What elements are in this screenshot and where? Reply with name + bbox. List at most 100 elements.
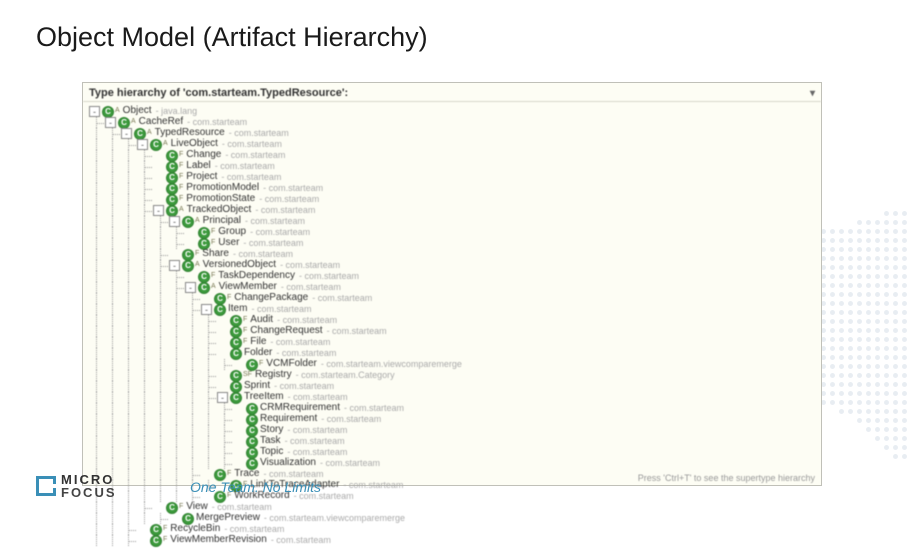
class-icon: C	[198, 271, 210, 283]
class-icon: C	[182, 216, 194, 228]
class-icon: C	[246, 425, 258, 437]
tree-node[interactable]: CTask - com.starteam	[89, 436, 815, 447]
tree-node[interactable]: CSFRegistry - com.starteam.Category	[89, 370, 815, 381]
tree-node[interactable]: CFGroup - com.starteam	[89, 227, 815, 238]
tree-node[interactable]: -CATrackedObject - com.starteam	[89, 205, 815, 216]
collapse-icon[interactable]: -	[137, 139, 148, 150]
tree-node[interactable]: CFVCMFolder - com.starteam.viewcompareme…	[89, 359, 815, 370]
tagline: One Team. No Limits	[190, 479, 321, 495]
class-icon: C	[166, 161, 178, 173]
class-icon: C	[198, 227, 210, 239]
modifier-badge: A	[179, 206, 184, 215]
logo-text-2: FOCUS	[61, 486, 117, 499]
collapse-icon[interactable]: -	[105, 117, 116, 128]
tree-node[interactable]: -CAVersionedObject - com.starteam	[89, 260, 815, 271]
tree-node[interactable]: CFViewMemberRevision - com.starteam	[89, 535, 815, 546]
tree-node[interactable]: CSprint - com.starteam	[89, 381, 815, 392]
package-name: - com.starteam	[245, 216, 305, 227]
collapse-icon[interactable]: -	[121, 128, 132, 139]
class-name: Item	[228, 303, 247, 316]
tree-node[interactable]: -CItem - com.starteam	[89, 304, 815, 315]
class-icon: C	[150, 524, 162, 536]
collapse-icon[interactable]: -	[201, 304, 212, 315]
tree-node[interactable]: CCRMRequirement - com.starteam	[89, 403, 815, 414]
tree-node[interactable]: -CTreeItem - com.starteam	[89, 392, 815, 403]
package-name: - com.starteam	[299, 271, 359, 282]
package-name: - com.starteam	[229, 128, 289, 139]
modifier-badge: F	[259, 360, 263, 369]
package-name: - com.starteam.viewcomparemerge	[264, 513, 405, 524]
tree-node[interactable]: -CAObject - java.lang	[89, 106, 815, 117]
modifier-badge: F	[243, 338, 247, 347]
tree-node[interactable]: CFFile - com.starteam	[89, 337, 815, 348]
package-name: - com.starteam	[320, 458, 380, 469]
tree-node[interactable]: CStory - com.starteam	[89, 425, 815, 436]
package-name: - com.starteam	[343, 480, 403, 491]
class-icon: C	[166, 194, 178, 206]
modifier-badge: F	[179, 173, 183, 182]
collapse-icon[interactable]: -	[89, 106, 100, 117]
tree-node[interactable]: CFChangePackage - com.starteam	[89, 293, 815, 304]
class-icon: C	[230, 381, 242, 393]
microfocus-logo: MICRO FOCUS	[36, 473, 117, 499]
tree-node[interactable]: CFolder - com.starteam	[89, 348, 815, 359]
class-icon: C	[230, 370, 242, 382]
tree-node[interactable]: CFChangeRequest - com.starteam	[89, 326, 815, 337]
class-icon: C	[246, 447, 258, 459]
modifier-badge: F	[179, 184, 183, 193]
tree-node[interactable]: -CAPrincipal - com.starteam	[89, 216, 815, 227]
modifier-badge: F	[179, 151, 183, 160]
package-name: - com.starteam	[259, 194, 319, 205]
package-name: - com.starteam	[321, 414, 381, 425]
modifier-badge: F	[243, 316, 247, 325]
modifier-badge: A	[195, 217, 200, 226]
collapse-icon[interactable]: -	[217, 392, 228, 403]
class-icon: C	[198, 282, 210, 294]
package-name: - com.starteam	[215, 161, 275, 172]
class-icon: C	[230, 348, 242, 360]
package-name: - com.starteam	[287, 425, 347, 436]
modifier-badge: A	[115, 107, 120, 116]
modifier-badge: A	[211, 283, 216, 292]
modifier-badge: F	[195, 250, 199, 259]
collapse-icon[interactable]: -	[169, 216, 180, 227]
class-icon: C	[246, 414, 258, 426]
class-icon: C	[166, 183, 178, 195]
package-name: - com.starteam.viewcomparemerge	[321, 359, 462, 370]
package-name: - com.starteam	[263, 183, 323, 194]
modifier-badge: F	[243, 327, 247, 336]
collapse-icon[interactable]: -	[169, 260, 180, 271]
collapse-icon[interactable]: -	[153, 205, 164, 216]
class-icon: C	[182, 249, 194, 261]
class-icon: C	[166, 150, 178, 162]
modifier-badge: F	[163, 525, 167, 534]
tree-node[interactable]: CFUser - com.starteam	[89, 238, 815, 249]
modifier-badge: F	[211, 239, 215, 248]
package-name: - com.starteam	[327, 326, 387, 337]
class-icon: C	[150, 139, 162, 151]
tree-node[interactable]: -CAViewMember - com.starteam	[89, 282, 815, 293]
tree-node[interactable]: CFShare - com.starteam	[89, 249, 815, 260]
view-menu-icon[interactable]: ▾	[810, 88, 815, 99]
modifier-badge: A	[131, 118, 136, 127]
tree-node[interactable]: CTopic - com.starteam	[89, 447, 815, 458]
class-name: Visualization	[260, 457, 316, 470]
modifier-badge: F	[179, 162, 183, 171]
class-icon: C	[230, 392, 242, 404]
class-icon: C	[230, 326, 242, 338]
package-name: - com.starteam	[270, 337, 330, 348]
class-icon: C	[102, 106, 114, 118]
tree-node[interactable]: CRequirement - com.starteam	[89, 414, 815, 425]
tree-node[interactable]: CFTaskDependency - com.starteam	[89, 271, 815, 282]
modifier-badge: F	[227, 470, 231, 479]
modifier-badge: A	[195, 261, 200, 270]
class-icon: C	[166, 205, 178, 217]
class-name: ViewMemberRevision	[170, 534, 267, 547]
modifier-badge: A	[163, 140, 168, 149]
tree-node[interactable]: CFAudit - com.starteam	[89, 315, 815, 326]
tree-node[interactable]: CVisualization - com.starteam	[89, 458, 815, 469]
class-icon: C	[246, 436, 258, 448]
collapse-icon[interactable]: -	[185, 282, 196, 293]
class-icon: C	[230, 337, 242, 349]
class-icon: C	[118, 117, 130, 129]
